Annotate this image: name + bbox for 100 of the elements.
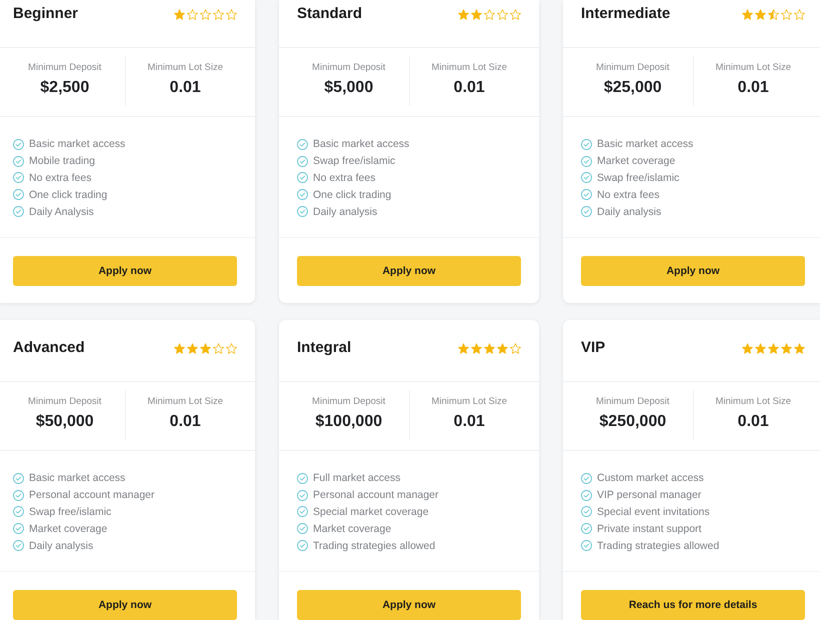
stat-label: Minimum Deposit xyxy=(312,62,386,74)
check-circle-icon xyxy=(581,472,592,484)
check-circle-icon xyxy=(581,189,592,200)
star-outline-icon xyxy=(497,9,508,20)
check-circle-icon xyxy=(13,138,24,150)
star-outline-icon xyxy=(794,9,805,20)
star-outline-icon xyxy=(510,9,521,20)
star-outline-icon xyxy=(226,9,237,20)
star-outline-icon xyxy=(226,343,237,354)
star-icon xyxy=(174,343,185,354)
check-circle-icon xyxy=(581,540,592,552)
feature-text: No extra fees xyxy=(313,170,376,185)
plan-title: Integral xyxy=(297,339,352,357)
feature-text: Mobile trading xyxy=(29,154,95,168)
feature-text: Basic market access xyxy=(313,137,410,152)
feature-text: Daily analysis xyxy=(29,538,94,553)
feature-text: Personal account manager xyxy=(313,488,438,502)
star-icon xyxy=(484,343,495,354)
feature-text: Market coverage xyxy=(597,154,676,168)
check-circle-icon xyxy=(581,523,592,534)
star-icon xyxy=(755,343,766,354)
check-circle-icon xyxy=(13,540,24,552)
star-icon xyxy=(458,343,469,354)
stat-value: $2,500 xyxy=(40,78,90,98)
check-circle-icon xyxy=(13,506,24,518)
action-button[interactable]: Apply now xyxy=(297,590,521,620)
feature-text: Basic market access xyxy=(29,137,126,152)
feature-text: One click trading xyxy=(29,188,108,202)
feature-text: Custom market access xyxy=(597,471,704,486)
feature-text: Swap free/islamic xyxy=(313,154,396,168)
check-circle-icon xyxy=(297,156,308,167)
stat-value: $25,000 xyxy=(604,78,662,98)
star-outline-icon xyxy=(484,9,495,20)
stat-label: Minimum Deposit xyxy=(596,396,670,408)
star-icon xyxy=(458,9,469,20)
action-button[interactable]: Apply now xyxy=(581,256,805,286)
stat-value: $5,000 xyxy=(324,78,374,98)
check-circle-icon xyxy=(581,206,592,218)
check-circle-icon xyxy=(297,206,308,218)
check-circle-icon xyxy=(13,206,24,218)
feature-text: Private instant support xyxy=(597,522,702,536)
action-button[interactable]: Apply now xyxy=(13,256,237,286)
stat-label: Minimum Lot Size xyxy=(148,396,223,408)
star-icon xyxy=(200,343,211,354)
check-circle-icon xyxy=(581,506,592,518)
feature-text: Market coverage xyxy=(29,522,108,536)
star-outline-icon xyxy=(213,9,224,20)
feature-text: Swap free/islamic xyxy=(597,170,680,185)
feature-text: Trading strategies allowed xyxy=(597,538,720,553)
stat-value: 0.01 xyxy=(738,78,769,98)
star-icon xyxy=(174,9,185,20)
feature-text: One click trading xyxy=(313,188,392,202)
check-circle-icon xyxy=(13,172,24,184)
action-button[interactable]: Apply now xyxy=(13,590,237,620)
feature-text: Daily analysis xyxy=(597,204,662,219)
star-icon xyxy=(755,9,766,20)
feature-text: Special event invitations xyxy=(597,504,710,519)
stat-label: Minimum Deposit xyxy=(596,62,670,74)
feature-text: No extra fees xyxy=(597,188,660,202)
check-circle-icon xyxy=(297,490,308,501)
check-circle-icon xyxy=(13,156,24,167)
feature-text: Basic market access xyxy=(597,137,694,152)
feature-text: Personal account manager xyxy=(29,488,154,502)
plan-title: Intermediate xyxy=(581,5,670,23)
star-icon xyxy=(497,343,508,354)
stat-label: Minimum Lot Size xyxy=(716,62,791,74)
stat-value: 0.01 xyxy=(454,412,485,432)
star-icon xyxy=(768,343,779,354)
action-button[interactable]: Apply now xyxy=(297,256,521,286)
star-icon xyxy=(471,343,482,354)
check-circle-icon xyxy=(581,172,592,184)
feature-text: Swap free/islamic xyxy=(29,504,112,519)
check-circle-icon xyxy=(297,172,308,184)
star-icon xyxy=(794,343,805,354)
check-circle-icon xyxy=(297,540,308,552)
star-outline-icon xyxy=(187,9,198,20)
stat-value: 0.01 xyxy=(454,78,485,98)
star-outline-icon xyxy=(213,343,224,354)
check-circle-icon xyxy=(297,523,308,534)
star-icon xyxy=(742,9,753,20)
check-circle-icon xyxy=(581,490,592,501)
star-outline-icon xyxy=(781,9,792,20)
feature-text: Daily analysis xyxy=(313,204,378,219)
plan-title: Beginner xyxy=(13,5,78,23)
stat-value: 0.01 xyxy=(170,78,201,98)
feature-text: Special market coverage xyxy=(313,504,429,519)
star-outline-icon xyxy=(510,343,521,354)
stat-value: $50,000 xyxy=(36,412,94,432)
action-button[interactable]: Reach us for more details xyxy=(581,590,805,620)
star-icon xyxy=(471,9,482,20)
check-circle-icon xyxy=(297,189,308,200)
stat-label: Minimum Lot Size xyxy=(432,396,507,408)
check-circle-icon xyxy=(13,490,24,501)
feature-text: No extra fees xyxy=(29,170,92,185)
stat-label: Minimum Lot Size xyxy=(716,396,791,408)
plan-title: VIP xyxy=(581,339,606,357)
star-outline-icon xyxy=(200,9,211,20)
feature-text: VIP personal manager xyxy=(597,488,702,502)
stat-value: 0.01 xyxy=(170,412,201,432)
feature-text: Market coverage xyxy=(313,522,392,536)
